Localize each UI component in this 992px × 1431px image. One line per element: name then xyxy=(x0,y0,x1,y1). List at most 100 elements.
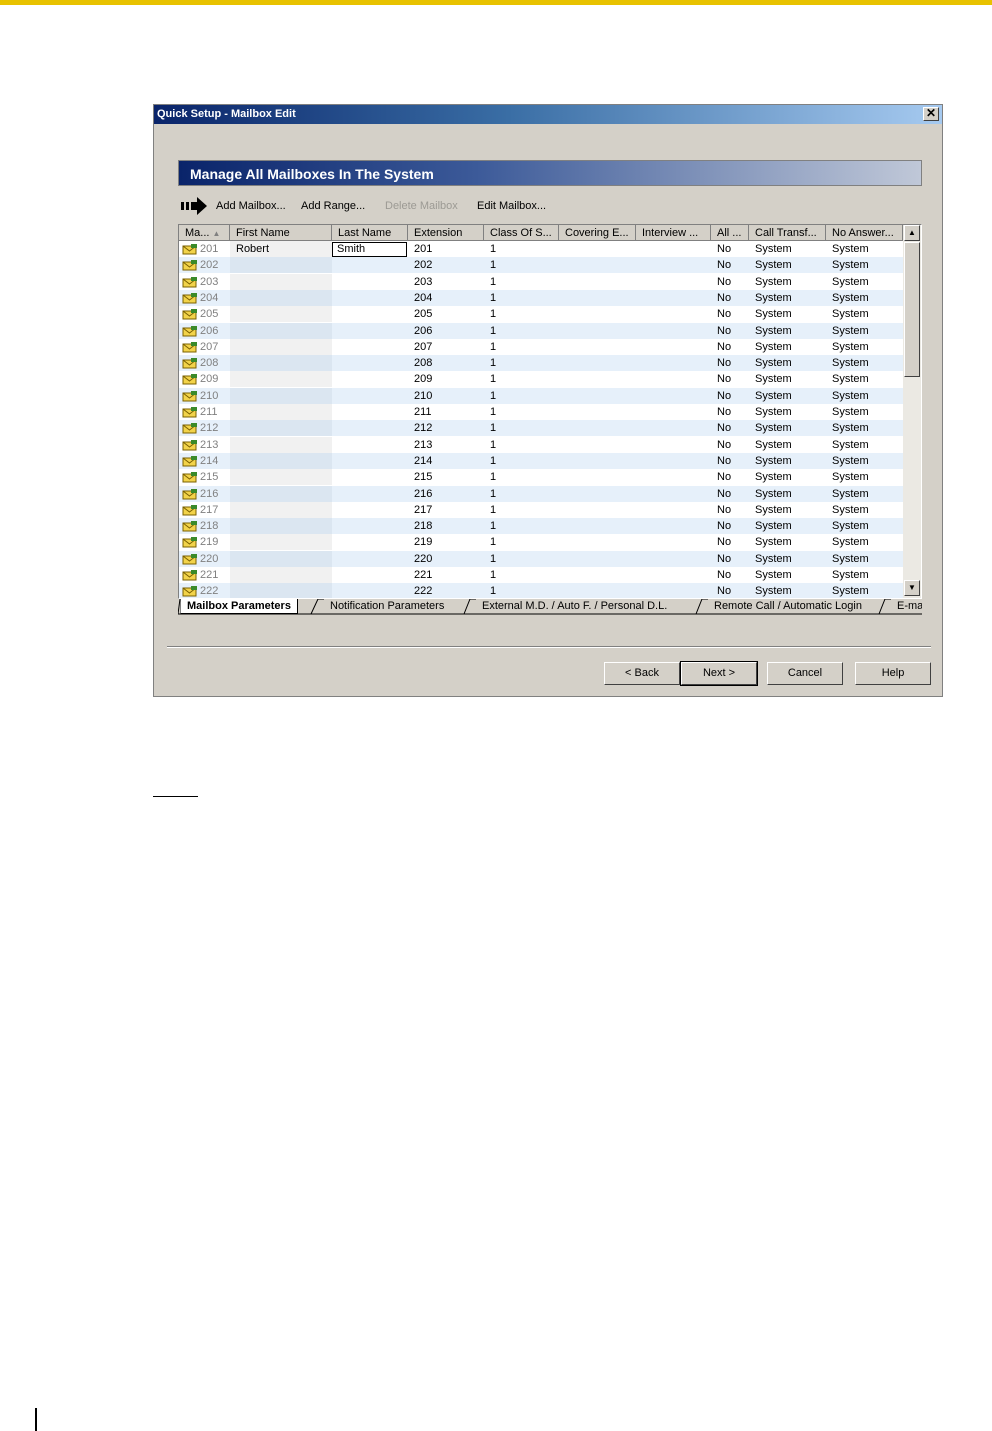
mailbox-number-cell[interactable]: 219 xyxy=(179,534,230,550)
no-answer-cell[interactable]: System xyxy=(826,551,903,567)
mailbox-number-cell[interactable]: 206 xyxy=(179,323,230,339)
last-name-cell[interactable] xyxy=(332,518,408,534)
extension-cell[interactable]: 222 xyxy=(408,583,484,598)
no-answer-cell[interactable]: System xyxy=(826,323,903,339)
extension-cell[interactable]: 204 xyxy=(408,290,484,306)
interview-cell[interactable] xyxy=(636,355,711,371)
call-transfer-cell[interactable]: System xyxy=(749,339,826,355)
add-range-button[interactable]: Add Range... xyxy=(301,195,365,217)
extension-cell[interactable]: 208 xyxy=(408,355,484,371)
no-answer-cell[interactable]: System xyxy=(826,518,903,534)
all-cell-cell[interactable]: No xyxy=(711,583,749,598)
class-of-service-cell[interactable]: 1 xyxy=(484,388,559,404)
interview-cell[interactable] xyxy=(636,274,711,290)
extension-cell[interactable]: 206 xyxy=(408,323,484,339)
table-row[interactable]: 203 203 1 No System System xyxy=(179,273,903,290)
no-answer-cell[interactable]: System xyxy=(826,355,903,371)
last-name-cell[interactable] xyxy=(332,257,408,273)
extension-cell[interactable]: 214 xyxy=(408,453,484,469)
first-name-cell[interactable] xyxy=(230,501,332,518)
column-header-call-transfer[interactable]: Call Transf... xyxy=(749,225,826,241)
no-answer-cell[interactable]: System xyxy=(826,437,903,453)
call-transfer-cell[interactable]: System xyxy=(749,518,826,534)
first-name-cell[interactable] xyxy=(230,387,332,404)
all-cell-cell[interactable]: No xyxy=(711,453,749,469)
class-of-service-cell[interactable]: 1 xyxy=(484,306,559,322)
call-transfer-cell[interactable]: System xyxy=(749,274,826,290)
table-row[interactable]: 217 217 1 No System System xyxy=(179,501,903,518)
extension-cell[interactable]: 205 xyxy=(408,306,484,322)
column-header-interview[interactable]: Interview ... xyxy=(636,225,711,241)
no-answer-cell[interactable]: System xyxy=(826,306,903,322)
all-cell-cell[interactable]: No xyxy=(711,551,749,567)
all-cell-cell[interactable]: No xyxy=(711,241,749,257)
covering-extension-cell[interactable] xyxy=(559,551,636,567)
call-transfer-cell[interactable]: System xyxy=(749,420,826,436)
table-row[interactable]: 216 216 1 No System System xyxy=(179,485,903,502)
extension-cell[interactable]: 202 xyxy=(408,257,484,273)
no-answer-cell[interactable]: System xyxy=(826,502,903,518)
table-row[interactable]: 215 215 1 No System System xyxy=(179,469,903,486)
last-name-cell[interactable] xyxy=(332,404,408,420)
class-of-service-cell[interactable]: 1 xyxy=(484,453,559,469)
interview-cell[interactable] xyxy=(636,339,711,355)
class-of-service-cell[interactable]: 1 xyxy=(484,257,559,273)
table-row[interactable]: 213 213 1 No System System xyxy=(179,436,903,453)
call-transfer-cell[interactable]: System xyxy=(749,502,826,518)
call-transfer-cell[interactable]: System xyxy=(749,551,826,567)
extension-cell[interactable]: 209 xyxy=(408,371,484,387)
call-transfer-cell[interactable]: System xyxy=(749,534,826,550)
first-name-cell[interactable] xyxy=(230,371,332,388)
extension-cell[interactable]: 210 xyxy=(408,388,484,404)
last-name-cell[interactable] xyxy=(332,583,408,598)
table-row[interactable]: 201 Robert Smith 201 1 No System System xyxy=(179,241,903,257)
covering-extension-cell[interactable] xyxy=(559,290,636,306)
no-answer-cell[interactable]: System xyxy=(826,274,903,290)
no-answer-cell[interactable]: System xyxy=(826,420,903,436)
covering-extension-cell[interactable] xyxy=(559,404,636,420)
last-name-cell[interactable] xyxy=(332,534,408,550)
last-name-cell[interactable] xyxy=(332,437,408,453)
first-name-cell[interactable] xyxy=(230,273,332,290)
first-name-cell[interactable] xyxy=(230,452,332,469)
table-row[interactable]: 206 206 1 No System System xyxy=(179,322,903,339)
interview-cell[interactable] xyxy=(636,388,711,404)
interview-cell[interactable] xyxy=(636,583,711,598)
call-transfer-cell[interactable]: System xyxy=(749,241,826,257)
column-header-last-name[interactable]: Last Name xyxy=(332,225,408,241)
class-of-service-cell[interactable]: 1 xyxy=(484,274,559,290)
all-cell-cell[interactable]: No xyxy=(711,290,749,306)
class-of-service-cell[interactable]: 1 xyxy=(484,371,559,387)
class-of-service-cell[interactable]: 1 xyxy=(484,420,559,436)
mailbox-number-cell[interactable]: 201 xyxy=(179,241,230,257)
table-row[interactable]: 205 205 1 No System System xyxy=(179,306,903,323)
all-cell-cell[interactable]: No xyxy=(711,355,749,371)
interview-cell[interactable] xyxy=(636,404,711,420)
table-row[interactable]: 204 204 1 No System System xyxy=(179,289,903,306)
table-row[interactable]: 218 218 1 No System System xyxy=(179,518,903,535)
interview-cell[interactable] xyxy=(636,518,711,534)
first-name-cell[interactable] xyxy=(230,355,332,372)
extension-cell[interactable]: 211 xyxy=(408,404,484,420)
last-name-cell[interactable] xyxy=(332,290,408,306)
table-row[interactable]: 209 209 1 No System System xyxy=(179,371,903,388)
no-answer-cell[interactable]: System xyxy=(826,583,903,598)
extension-cell[interactable]: 217 xyxy=(408,502,484,518)
call-transfer-cell[interactable]: System xyxy=(749,404,826,420)
first-name-cell[interactable] xyxy=(230,583,332,598)
mailbox-number-cell[interactable]: 218 xyxy=(179,518,230,534)
covering-extension-cell[interactable] xyxy=(559,420,636,436)
back-button[interactable]: < Back xyxy=(604,662,680,685)
call-transfer-cell[interactable]: System xyxy=(749,486,826,502)
table-row[interactable]: 221 221 1 No System System xyxy=(179,567,903,583)
interview-cell[interactable] xyxy=(636,371,711,387)
mailbox-number-cell[interactable]: 215 xyxy=(179,469,230,485)
no-answer-cell[interactable]: System xyxy=(826,371,903,387)
all-cell-cell[interactable]: No xyxy=(711,567,749,583)
last-name-cell[interactable] xyxy=(332,420,408,436)
first-name-cell[interactable] xyxy=(230,404,332,420)
call-transfer-cell[interactable]: System xyxy=(749,323,826,339)
first-name-cell[interactable] xyxy=(230,485,332,502)
all-cell-cell[interactable]: No xyxy=(711,420,749,436)
covering-extension-cell[interactable] xyxy=(559,534,636,550)
